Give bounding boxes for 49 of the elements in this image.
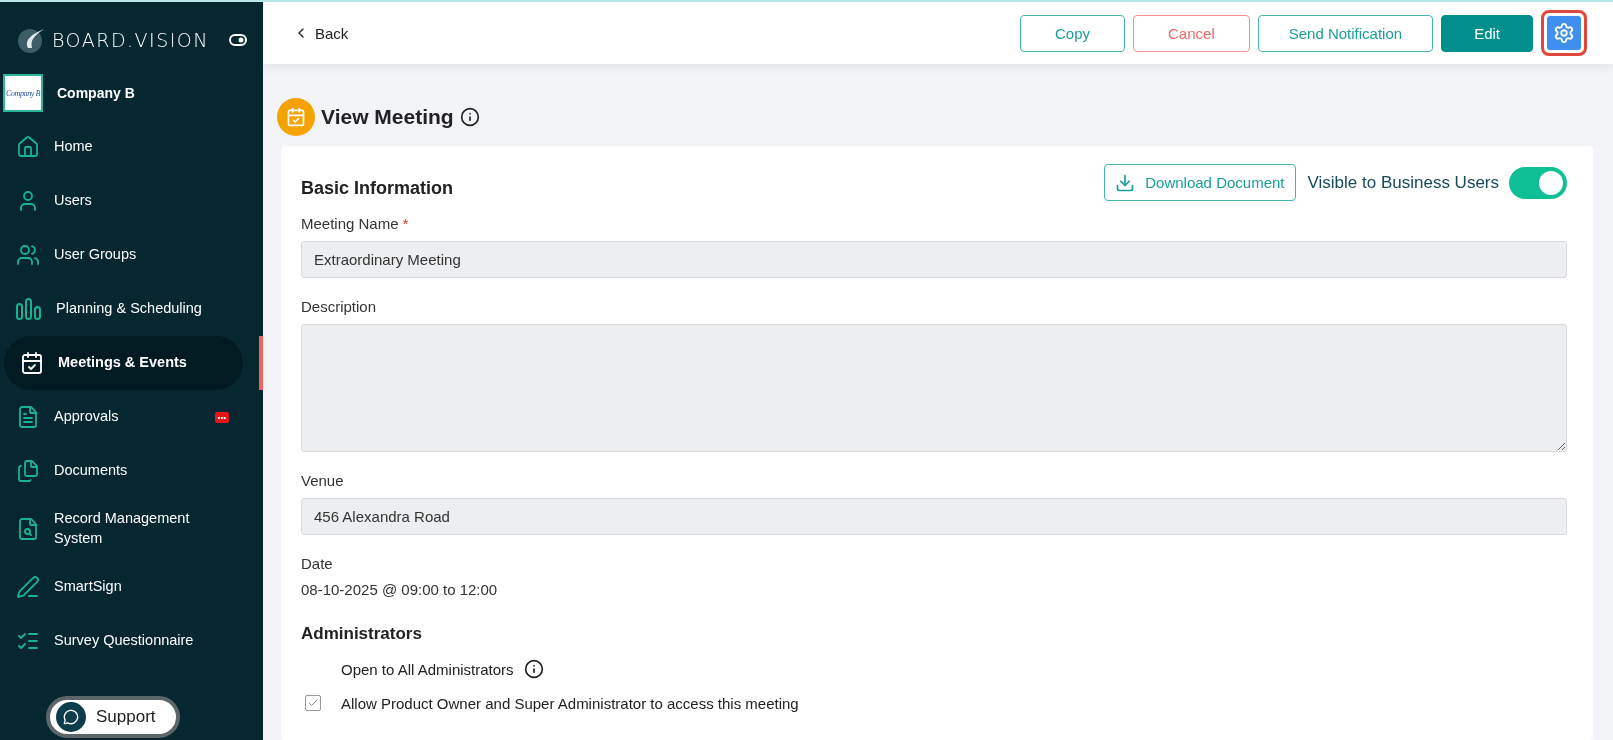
bars-icon [16, 298, 42, 320]
checkbox[interactable] [305, 695, 321, 711]
sidebar-item[interactable]: Planning & Scheduling [0, 282, 263, 336]
sidebar-item[interactable]: Approvals ••• [0, 390, 263, 444]
field-label: Date [301, 555, 334, 572]
field-value: 08-10-2025 @ 09:00 to 12:00 [301, 581, 499, 598]
document-icon [16, 405, 40, 429]
document-search-icon [16, 517, 40, 541]
settings-icon [1553, 22, 1575, 44]
field-label: Meeting Name * [301, 215, 410, 232]
sidebar-item[interactable]: Users [0, 174, 263, 228]
input-field[interactable]: 456 Alexandra Road [301, 498, 1567, 535]
input-field[interactable]: Extraordinary Meeting [301, 241, 1567, 278]
visibility-toggle[interactable] [1509, 166, 1567, 199]
sidebar-item[interactable]: SmartSign [0, 560, 263, 614]
info-icon[interactable] [523, 659, 544, 679]
calendar-icon [277, 98, 315, 136]
check-icon [307, 697, 319, 709]
action-button[interactable]: Edit [1441, 14, 1533, 52]
sidebar-item[interactable]: Home [0, 120, 263, 174]
page-title: View Meeting [321, 105, 454, 129]
option-label: Open to All Administrators [341, 660, 514, 678]
sidebar-item[interactable]: Documents [0, 444, 263, 498]
sidebar-item[interactable]: User Groups [0, 228, 263, 282]
download-icon [1115, 172, 1136, 193]
info-icon[interactable] [459, 107, 480, 127]
message-badge: ••• [214, 411, 229, 423]
toggle-icon [229, 34, 247, 46]
company-logo: Company B [3, 74, 43, 112]
section-title: Basic Information [301, 178, 454, 199]
toggle-label: Visible to Business Users [1307, 172, 1499, 193]
documents-icon [16, 459, 40, 483]
back-link[interactable]: Back [293, 24, 349, 42]
brand-name: BOARD.VISION [52, 29, 210, 51]
home-icon [16, 135, 40, 159]
sidebar-item[interactable]: Record Management System [0, 498, 263, 560]
support-button[interactable]: Support [46, 696, 180, 738]
chat-icon [56, 702, 86, 732]
field-label: Venue [301, 472, 345, 489]
section-title: Administrators [301, 624, 423, 644]
settings-button[interactable] [1547, 16, 1581, 50]
selection-bar [259, 336, 263, 390]
option-label: Allow Product Owner and Super Administrator to access this meeting [341, 694, 799, 712]
calendar-check-icon [20, 351, 44, 375]
company-name: Company B [57, 85, 135, 101]
pen-icon [16, 575, 40, 599]
field-label: Description [301, 298, 378, 315]
users-icon [16, 243, 40, 267]
sidebar-item[interactable]: Survey Questionnaire [0, 614, 263, 668]
